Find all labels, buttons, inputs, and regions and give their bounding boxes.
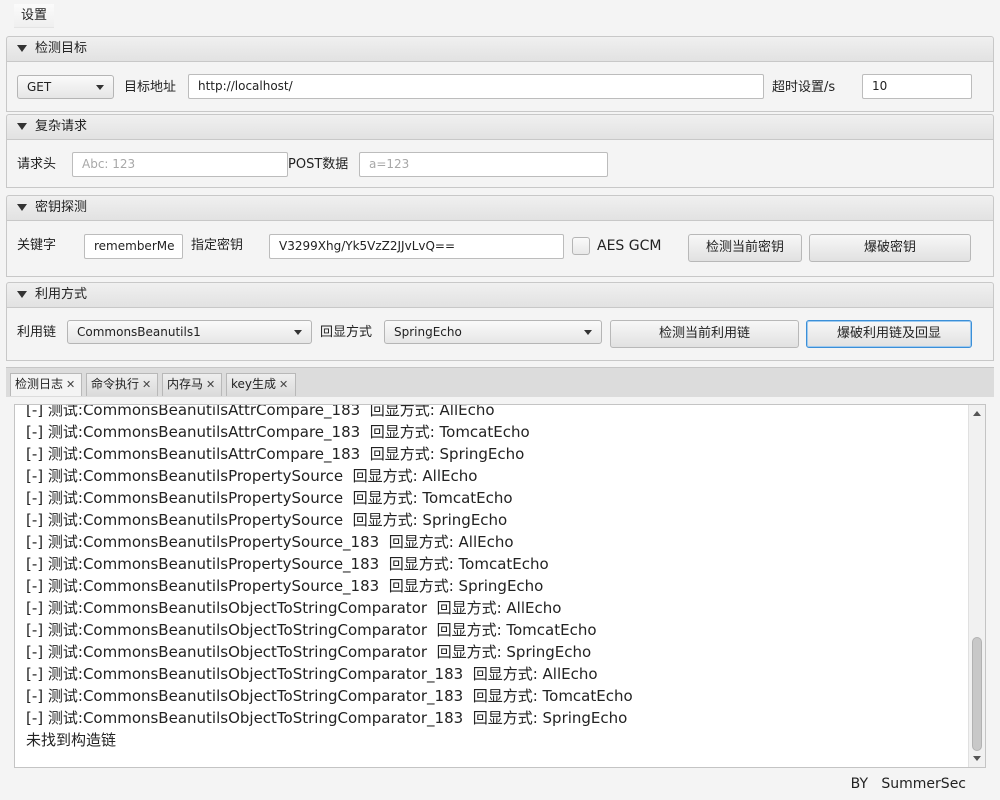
method-select[interactable]: GET xyxy=(17,75,114,99)
pane-title-text: 利用方式 xyxy=(35,287,88,302)
log-line: [-] 测试:CommonsBeanutilsPropertySource 回显… xyxy=(26,467,478,485)
aes-gcm-checkbox[interactable] xyxy=(572,237,590,255)
pane-title-text: 复杂请求 xyxy=(35,119,88,134)
chevron-down-icon xyxy=(96,85,104,90)
tab-bar: 检测日志 ✕ 命令执行 ✕ 内存马 ✕ key生成 ✕ xyxy=(6,367,994,397)
pane-title-target[interactable]: 检测目标 xyxy=(6,36,994,62)
pane-title-key[interactable]: 密钥探测 xyxy=(6,195,994,221)
collapse-arrow-icon xyxy=(17,123,27,130)
tab-command-exec[interactable]: 命令执行 ✕ xyxy=(86,373,158,396)
tab-memory-shell[interactable]: 内存马 ✕ xyxy=(162,373,222,396)
specify-key-input[interactable]: V3299Xhg/Yk5VzZ2JJvLvQ== xyxy=(269,234,564,259)
author-credit: BY SummerSec xyxy=(850,776,966,792)
pane-title-text: 检测目标 xyxy=(35,41,88,56)
log-line: [-] 测试:CommonsBeanutilsObjectToStringCom… xyxy=(26,621,597,639)
log-line: [-] 测试:CommonsBeanutilsPropertySource_18… xyxy=(26,555,549,573)
post-label: POST数据 xyxy=(288,157,349,172)
close-icon[interactable]: ✕ xyxy=(66,374,75,395)
chevron-down-icon xyxy=(294,330,302,335)
collapse-arrow-icon xyxy=(17,204,27,211)
aes-gcm-label: AES GCM xyxy=(597,238,662,254)
log-line: [-] 测试:CommonsBeanutilsObjectToStringCom… xyxy=(26,643,592,661)
specify-key-label: 指定密钥 xyxy=(191,238,244,253)
pane-title-text: 密钥探测 xyxy=(35,200,88,215)
echo-select[interactable]: SpringEcho xyxy=(384,320,602,344)
check-chain-button[interactable]: 检测当前利用链 xyxy=(610,320,799,348)
post-input[interactable]: a=123 xyxy=(359,152,608,177)
pane-exploit: 利用链 CommonsBeanutils1 回显方式 SpringEcho 检测… xyxy=(6,308,994,361)
log-line: [-] 测试:CommonsBeanutilsObjectToStringCom… xyxy=(26,599,562,617)
brute-key-button[interactable]: 爆破密钥 xyxy=(809,234,971,262)
echo-value: SpringEcho xyxy=(394,325,462,339)
check-key-button[interactable]: 检测当前密钥 xyxy=(688,234,802,262)
url-label: 目标地址 xyxy=(124,80,177,95)
brute-chain-button[interactable]: 爆破利用链及回显 xyxy=(806,320,972,348)
log-line: [-] 测试:CommonsBeanutilsAttrCompare_183 回… xyxy=(26,423,530,441)
log-line: [-] 测试:CommonsBeanutilsPropertySource 回显… xyxy=(26,511,508,529)
collapse-arrow-icon xyxy=(17,291,27,298)
header-input[interactable]: Abc: 123 xyxy=(72,152,288,177)
chain-select[interactable]: CommonsBeanutils1 xyxy=(67,320,312,344)
tab-detect-log[interactable]: 检测日志 ✕ xyxy=(10,373,82,396)
chain-value: CommonsBeanutils1 xyxy=(77,325,201,339)
scroll-down-icon[interactable] xyxy=(973,756,981,761)
log-line: [-] 测试:CommonsBeanutilsPropertySource 回显… xyxy=(26,489,513,507)
close-icon[interactable]: ✕ xyxy=(279,374,288,395)
log-line: [-] 测试:CommonsBeanutilsAttrCompare_183 回… xyxy=(26,445,525,463)
collapse-arrow-icon xyxy=(17,45,27,52)
pane-target: GET 目标地址 http://localhost/ 超时设置/s 10 xyxy=(6,62,994,112)
url-input[interactable]: http://localhost/ xyxy=(188,74,764,99)
pane-complex: 请求头 Abc: 123 POST数据 a=123 xyxy=(6,140,994,188)
pane-key: 关键字 rememberMe 指定密钥 V3299Xhg/Yk5VzZ2JJvL… xyxy=(6,221,994,277)
tab-label: key生成 xyxy=(231,377,277,391)
chevron-down-icon xyxy=(584,330,592,335)
tab-label: 检测日志 xyxy=(15,377,64,391)
scroll-thumb[interactable] xyxy=(972,637,982,751)
log-line: [-] 测试:CommonsBeanutilsPropertySource_18… xyxy=(26,533,514,551)
tab-key-generate[interactable]: key生成 ✕ xyxy=(226,373,296,396)
echo-label: 回显方式 xyxy=(320,325,373,340)
timeout-label: 超时设置/s xyxy=(772,80,836,95)
log-scrollbar[interactable] xyxy=(968,405,985,767)
close-icon[interactable]: ✕ xyxy=(206,374,215,395)
close-icon[interactable]: ✕ xyxy=(142,374,151,395)
keyword-label: 关键字 xyxy=(17,238,57,253)
log-line: [-] 测试:CommonsBeanutilsObjectToStringCom… xyxy=(26,687,633,705)
log-line: [-] 测试:CommonsBeanutilsObjectToStringCom… xyxy=(26,665,598,683)
method-value: GET xyxy=(27,80,52,94)
log-line: [-] 测试:CommonsBeanutilsAttrCompare_183 回… xyxy=(26,404,495,419)
log-line: 未找到构造链 xyxy=(26,731,117,749)
log-textarea[interactable]: [-] 测试:CommonsBeanutilsAttrCompare_183 回… xyxy=(14,404,986,768)
pane-title-complex[interactable]: 复杂请求 xyxy=(6,114,994,140)
pane-title-exploit[interactable]: 利用方式 xyxy=(6,282,994,308)
menu-settings[interactable]: 设置 xyxy=(14,4,55,28)
log-line: [-] 测试:CommonsBeanutilsObjectToStringCom… xyxy=(26,709,628,727)
keyword-input[interactable]: rememberMe xyxy=(84,234,183,259)
log-lines: [-] 测试:CommonsBeanutilsAttrCompare_183 回… xyxy=(26,404,966,751)
menu-bar: 设置 xyxy=(0,0,1000,34)
timeout-input[interactable]: 10 xyxy=(862,74,972,99)
tab-label: 内存马 xyxy=(167,377,204,391)
log-line: [-] 测试:CommonsBeanutilsPropertySource_18… xyxy=(26,577,544,595)
scroll-up-icon[interactable] xyxy=(973,411,981,416)
tab-label: 命令执行 xyxy=(91,377,140,391)
header-label: 请求头 xyxy=(17,157,57,172)
chain-label: 利用链 xyxy=(17,325,57,340)
